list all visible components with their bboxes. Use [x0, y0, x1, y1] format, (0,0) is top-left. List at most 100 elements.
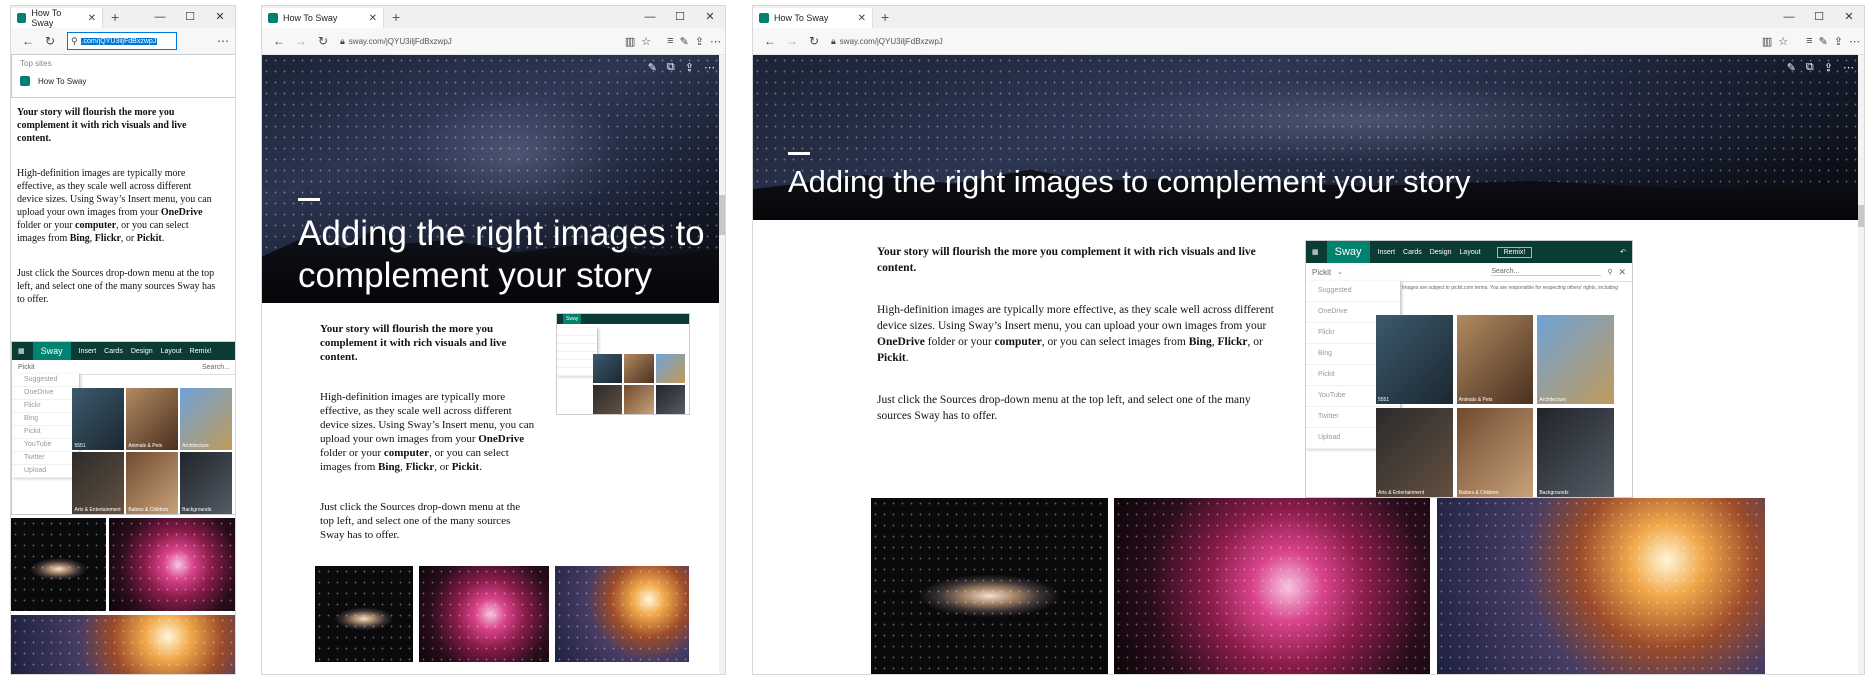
hub-icon[interactable]: ≡: [1806, 35, 1812, 47]
maximize-button[interactable]: ☐: [665, 6, 695, 28]
app-grid-icon: ▦: [1312, 249, 1319, 256]
window-controls: — ☐ ✕: [145, 6, 235, 28]
hero-title: Adding the right images to complement yo…: [788, 164, 1471, 199]
scrollbar[interactable]: [1858, 55, 1864, 674]
browser-tab[interactable]: How To Sway ✕: [262, 8, 384, 28]
forward-arrow-icon[interactable]: →: [290, 34, 312, 48]
source-item: Upload: [12, 465, 80, 478]
category-tile: Arts & Entertainment: [1376, 408, 1453, 497]
more-icon[interactable]: ⋯: [1843, 61, 1854, 74]
back-arrow-icon[interactable]: ←: [17, 34, 39, 48]
sway-brand: Sway: [563, 314, 582, 324]
refresh-icon[interactable]: ↻: [312, 34, 334, 48]
address-bar[interactable]: ⚲ .com/jQYU3iljFdBxzwpJ: [67, 32, 177, 50]
address-text[interactable]: sway.com/jQYU3iljFdBxzwpJ: [349, 37, 452, 46]
category-tile: Babies & Children: [1456, 408, 1534, 497]
nav-bar: ← → ↻ 🔒︎ sway.com/jQYU3iljFdBxzwpJ ▥ ☆ ≡…: [262, 28, 725, 55]
maximize-button[interactable]: ☐: [175, 6, 205, 28]
title-bar: How To Sway ✕ + — ☐ ✕: [11, 6, 235, 28]
tab-close-icon[interactable]: ✕: [858, 13, 866, 24]
sway-favicon-icon: [17, 13, 27, 23]
hero-title: Adding the right images to complement yo…: [298, 214, 705, 295]
source-item: Pickit: [12, 426, 80, 439]
favorites-star-icon[interactable]: ☆: [641, 35, 651, 48]
more-icon[interactable]: ⋯: [704, 61, 715, 74]
back-arrow-icon[interactable]: ←: [268, 34, 290, 48]
source-row: Pickit Search...: [12, 360, 235, 375]
category-tiles: [592, 354, 685, 414]
menu-design: Design: [1429, 248, 1452, 256]
window-controls: — ☐ ✕: [635, 6, 725, 28]
share-icon[interactable]: ⇪: [685, 61, 694, 74]
search-icon: ⚲: [71, 35, 78, 46]
duplicate-icon[interactable]: ⧉: [1806, 61, 1814, 74]
more-icon[interactable]: ⋯: [710, 35, 721, 48]
sway-insert-screenshot: Sway: [556, 313, 690, 415]
sway-favicon-icon: [20, 76, 30, 86]
tab-title: How To Sway: [31, 8, 62, 28]
scrollbar[interactable]: [719, 55, 725, 674]
more-icon[interactable]: ⋯: [217, 34, 229, 48]
top-site-item[interactable]: How To Sway: [12, 72, 235, 90]
share-icon[interactable]: ⇪: [1824, 61, 1833, 74]
menu-cards: Cards: [104, 347, 123, 355]
close-window-button[interactable]: ✕: [205, 6, 235, 28]
andromeda-image: [871, 498, 1108, 674]
minimize-button[interactable]: —: [1774, 6, 1804, 28]
tab-close-icon[interactable]: ✕: [88, 13, 96, 24]
category-tile: Backgrounds: [180, 452, 232, 514]
refresh-icon[interactable]: ↻: [39, 34, 61, 48]
category-tile: Backgrounds: [1537, 408, 1614, 497]
close-window-button[interactable]: ✕: [695, 6, 725, 28]
tab-title: How To Sway: [774, 13, 829, 23]
web-note-icon[interactable]: ✎: [1819, 35, 1828, 48]
search-placeholder: Search...: [1491, 268, 1602, 276]
browser-tab[interactable]: How To Sway ✕: [753, 8, 873, 28]
new-tab-button[interactable]: +: [111, 9, 119, 25]
browser-window-wide: How To Sway ✕ + — ☐ ✕ ← → ↻ 🔒︎ sway.com/…: [752, 5, 1865, 675]
hub-icon[interactable]: ≡: [667, 35, 673, 47]
category-tile: Arts & Entertainment: [72, 452, 125, 514]
back-arrow-icon[interactable]: ←: [759, 34, 781, 48]
sway-top-bar: ▦ Sway Insert Cards Design Layout Remix!: [12, 342, 235, 360]
favorites-star-icon[interactable]: ☆: [1778, 35, 1788, 48]
images-paragraph: High-definition images are typically mor…: [320, 391, 535, 473]
chevron-down-icon: ⌄: [1337, 269, 1343, 276]
sources-list: Suggested OneDrive Flickr Bing Pickit Yo…: [12, 374, 81, 478]
reading-view-icon[interactable]: ▥: [625, 35, 635, 48]
intro-paragraph: Your story will flourish the more you co…: [17, 107, 187, 144]
new-tab-button[interactable]: +: [881, 9, 889, 25]
address-text[interactable]: sway.com/jQYU3iljFdBxzwpJ: [840, 37, 943, 46]
source-item: OneDrive: [12, 387, 80, 400]
tab-close-icon[interactable]: ✕: [369, 13, 377, 24]
refresh-icon[interactable]: ↻: [803, 34, 825, 48]
sway-favicon-icon: [759, 13, 769, 23]
web-note-icon[interactable]: ✎: [680, 35, 689, 48]
minimize-button[interactable]: —: [145, 6, 175, 28]
sway-top-bar: ▦ Sway Insert Cards Design Layout Remix!…: [1306, 241, 1632, 263]
minimize-button[interactable]: —: [635, 6, 665, 28]
duplicate-icon[interactable]: ⧉: [667, 61, 675, 74]
undo-icon: ↶: [1620, 249, 1626, 256]
new-tab-button[interactable]: +: [392, 9, 400, 25]
forward-arrow-icon[interactable]: →: [781, 34, 803, 48]
maximize-button[interactable]: ☐: [1804, 6, 1834, 28]
browser-tab[interactable]: How To Sway ✕: [11, 8, 103, 28]
source-select: Pickit: [1312, 267, 1332, 277]
browser-window-medium: How To Sway ✕ + — ☐ ✕ ← → ↻ 🔒︎ sway.com/…: [261, 5, 726, 675]
address-selected-text[interactable]: .com/jQYU3iljFdBxzwpJ: [80, 37, 158, 45]
rho-ophiuchi-image: [1437, 498, 1765, 674]
share-icon[interactable]: ⇪: [695, 35, 704, 48]
edit-pencil-icon[interactable]: ✎: [648, 61, 657, 74]
rho-ophiuchi-image: [555, 566, 689, 662]
close-window-button[interactable]: ✕: [1834, 6, 1864, 28]
search-placeholder: Search...: [201, 363, 230, 371]
reading-view-icon[interactable]: ▥: [1762, 35, 1772, 48]
share-icon[interactable]: ⇪: [1834, 35, 1843, 48]
category-tiles: 5551 Animals & Pets Architecture Arts & …: [1376, 315, 1614, 497]
edit-pencil-icon[interactable]: ✎: [1787, 61, 1796, 74]
source-item: YouTube: [12, 439, 80, 452]
source-item: Suggested: [1306, 281, 1400, 302]
sway-edit-tools: ✎ ⧉ ⇪ ⋯: [648, 61, 715, 74]
more-icon[interactable]: ⋯: [1849, 35, 1860, 48]
